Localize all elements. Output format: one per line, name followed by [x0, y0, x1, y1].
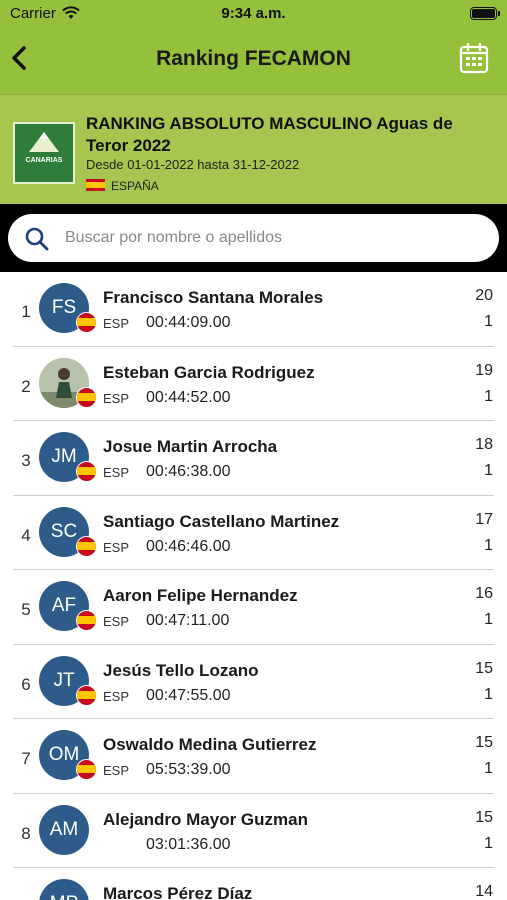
search-input[interactable]: [65, 226, 483, 250]
athlete-avatar: AM: [39, 804, 89, 855]
athlete-name: Aaron Felipe Hernandez: [103, 586, 298, 605]
rank-position: 6: [21, 674, 31, 694]
event-title: RANKING ABSOLUTO MASCULINO Aguas de Tero…: [86, 114, 453, 155]
rank-position: 1: [21, 302, 31, 321]
nav-bar: Ranking FECAMON: [0, 28, 507, 94]
ranking-row[interactable]: 7 OM Oswaldo Medina Gutierrez ESP 05:53:39.0…: [0, 719, 507, 794]
athlete-races: 1: [484, 611, 493, 628]
status-time: 9:34 a.m.: [221, 5, 286, 22]
rank-position: 7: [21, 749, 31, 768]
athlete-nationality: ESP: [103, 763, 130, 778]
status-bar: Carrier 9:34 a.m.: [0, 0, 507, 28]
event-logo-text: CANARIAS: [25, 157, 63, 164]
spain-flag-icon: [86, 179, 105, 191]
search-icon: [25, 227, 49, 251]
event-country: ESPAÑA: [111, 179, 159, 193]
athlete-nationality: ESP: [103, 614, 130, 629]
mountain-icon: [29, 132, 59, 152]
search-bar: [0, 204, 507, 272]
athlete-time: 00:44:09.00: [146, 314, 231, 331]
athlete-nationality: ESP: [103, 688, 130, 704]
athlete-name: Francisco Santana Morales: [103, 288, 324, 307]
athlete-points: 15: [475, 659, 493, 677]
ranking-row[interactable]: 4 SC Santiago Castellano Martinez ESP 00:46:…: [0, 496, 507, 570]
athlete-name: Oswaldo Medina Gutierrez: [103, 735, 317, 754]
athlete-races: 1: [484, 313, 493, 330]
athlete-avatar: MP: [39, 879, 89, 900]
athlete-points: 18: [475, 436, 493, 453]
athlete-name: Santiago Castellano Martinez: [103, 511, 340, 531]
athlete-time: 05:53:39.00: [146, 761, 231, 778]
spain-flag-icon: [76, 461, 97, 482]
rank-position: 3: [21, 451, 31, 470]
athlete-points: 14: [475, 883, 493, 900]
ranking-row[interactable]: 1 FS Francisco Santana Morales ESP 00:44:09.…: [0, 272, 507, 347]
page-title: Ranking FECAMON: [156, 47, 351, 70]
athlete-points: 20: [475, 287, 493, 304]
athlete-races: 1: [484, 462, 493, 479]
spain-flag-icon: [76, 386, 97, 408]
spain-flag-icon: [76, 684, 97, 706]
athlete-races: 1: [484, 685, 493, 703]
athlete-races: 1: [484, 760, 493, 777]
athlete-name: Alejandro Mayor Guzman: [103, 809, 308, 829]
athlete-points: 15: [475, 808, 493, 826]
athlete-name: Esteban Garcia Rodriguez: [103, 362, 315, 382]
athlete-races: 1: [484, 387, 493, 405]
rank-position: 8: [21, 823, 31, 843]
athlete-nationality: ESP: [103, 316, 130, 331]
ranking-row[interactable]: 2 Esteban Garcia Rodriguez ESP 00:44:52.00 1…: [0, 347, 507, 421]
ranking-list: 1 FS Francisco Santana Morales ESP 00:44:09.…: [0, 272, 507, 900]
ranking-row[interactable]: 8 AM Alejandro Mayor Guzman 03:01:36.00 15 1: [0, 794, 507, 868]
athlete-points: 19: [475, 361, 493, 379]
ranking-row[interactable]: 5 AF Aaron Felipe Hernandez ESP 00:47:11.00 1…: [0, 570, 507, 645]
spain-flag-icon: [76, 535, 97, 557]
ranking-row[interactable]: 9MPMarcos Pérez Díaz14: [0, 868, 507, 900]
athlete-nationality: ESP: [103, 539, 130, 555]
athlete-name: Marcos Pérez Díaz: [103, 884, 253, 900]
event-dates: Desde 01-01-2022 hasta 31-12-2022: [86, 157, 300, 172]
spain-flag-icon: [76, 312, 97, 333]
rank-position: 4: [21, 525, 31, 545]
rank-position: 2: [21, 376, 31, 396]
rank-position: 5: [21, 600, 31, 619]
battery-icon: [470, 7, 500, 20]
event-logo: CANARIAS: [13, 122, 75, 184]
athlete-nationality: ESP: [103, 390, 130, 406]
athlete-time: 00:46:38.00: [146, 463, 231, 480]
spain-flag-icon: [76, 610, 97, 631]
athlete-name: Jesús Tello Lozano: [103, 660, 259, 680]
athlete-time: 00:47:55.00: [146, 686, 231, 704]
ranking-row[interactable]: 6 JT Jesús Tello Lozano ESP 00:47:55.00 15 1: [0, 645, 507, 719]
athlete-points: 17: [475, 510, 493, 528]
spain-flag-icon: [76, 759, 97, 780]
athlete-points: 15: [475, 734, 493, 751]
athlete-name: Josue Martin Arrocha: [103, 437, 278, 456]
athlete-points: 16: [475, 585, 493, 602]
athlete-time: 03:01:36.00: [146, 835, 231, 853]
calendar-icon[interactable]: [459, 42, 489, 74]
athlete-time: 00:44:52.00: [146, 388, 231, 406]
header: Carrier 9:34 a.m. Ranking FECAMON: [0, 0, 507, 94]
search-box[interactable]: [8, 214, 499, 262]
athlete-nationality: ESP: [103, 465, 130, 480]
ranking-row[interactable]: 3 JM Josue Martin Arrocha ESP 00:46:38.00 18 1: [0, 421, 507, 496]
athlete-time: 00:46:46.00: [146, 537, 231, 555]
event-info: CANARIAS RANKING ABSOLUTO MASCULINO Agua…: [0, 94, 507, 204]
athlete-races: 1: [484, 834, 493, 852]
athlete-time: 00:47:11.00: [146, 612, 230, 629]
athlete-races: 1: [484, 536, 493, 554]
